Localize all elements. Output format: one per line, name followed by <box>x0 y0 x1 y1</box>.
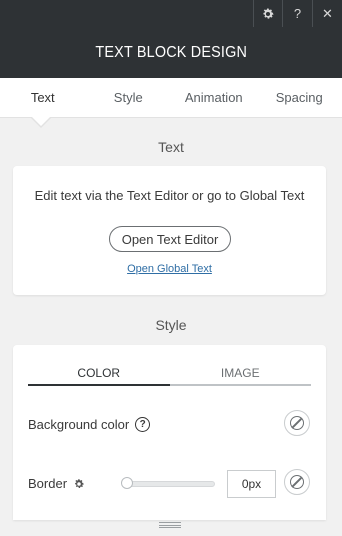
close-icon: ✕ <box>322 5 333 21</box>
help-button[interactable]: ? <box>282 0 312 27</box>
border-slider-thumb[interactable] <box>121 477 133 489</box>
style-section-title: Style <box>155 317 187 333</box>
help-icon[interactable]: ? <box>135 417 151 432</box>
border-slider-track[interactable] <box>125 481 215 487</box>
border-row: Border <box>28 476 85 491</box>
text-description: Edit text via the Text Editor or go to G… <box>34 188 305 203</box>
segment-image[interactable]: IMAGE <box>169 362 311 386</box>
background-color-row: Background color ? <box>28 417 151 432</box>
border-none-button[interactable] <box>284 469 310 495</box>
none-icon <box>290 416 304 430</box>
background-color-label: Background color <box>28 417 130 432</box>
text-section-title: Text <box>158 139 184 155</box>
active-tab-pointer <box>32 117 50 126</box>
settings-button[interactable] <box>253 0 282 27</box>
tab-animation[interactable]: Animation <box>171 78 257 117</box>
design-tabs: Text Style Animation Spacing <box>0 78 342 118</box>
open-text-editor-button[interactable]: Open Text Editor <box>109 226 231 252</box>
border-label: Border <box>28 476 68 491</box>
tab-style[interactable]: Style <box>86 78 172 117</box>
segment-color[interactable]: COLOR <box>28 362 170 386</box>
none-icon <box>290 475 304 489</box>
text-card: Edit text via the Text Editor or go to G… <box>13 166 326 295</box>
style-card: COLOR IMAGE Background color ? Border 0p… <box>13 345 326 520</box>
gear-icon <box>263 7 274 19</box>
resize-handle[interactable] <box>159 522 181 528</box>
window-controls: ? ✕ <box>253 0 342 27</box>
gear-icon[interactable] <box>73 478 85 490</box>
color-image-switch: COLOR IMAGE <box>28 362 311 386</box>
tab-spacing[interactable]: Spacing <box>257 78 342 117</box>
panel-header: TEXT BLOCK DESIGN <box>0 27 342 78</box>
border-width-input[interactable]: 0px <box>227 470 276 498</box>
close-button[interactable]: ✕ <box>312 0 342 27</box>
top-bar: ? ✕ <box>0 0 342 27</box>
open-global-text-link[interactable]: Open Global Text <box>13 263 326 275</box>
background-color-none-button[interactable] <box>284 410 310 436</box>
panel-title: TEXT BLOCK DESIGN <box>95 43 247 61</box>
tab-text[interactable]: Text <box>0 78 86 117</box>
question-icon: ? <box>293 6 302 21</box>
